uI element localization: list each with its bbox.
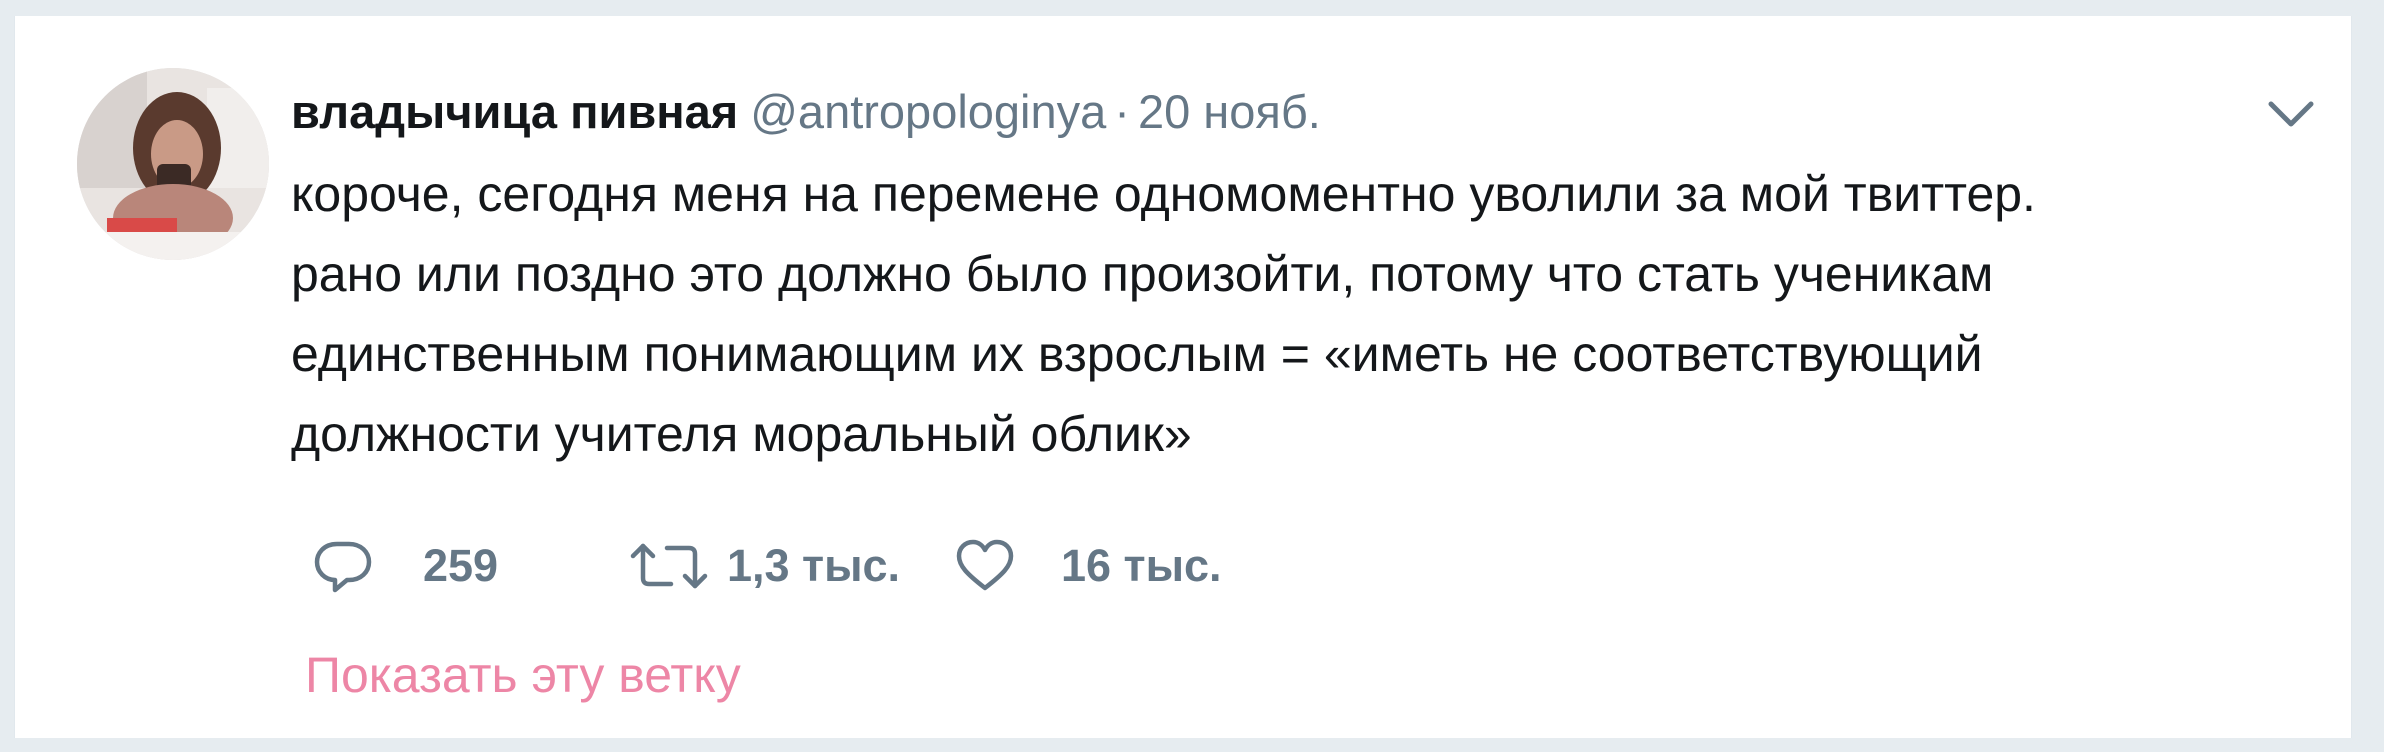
reply-count: 259 bbox=[423, 540, 499, 591]
retweet-icon bbox=[629, 534, 709, 598]
tweet-date[interactable]: 20 нояб. bbox=[1138, 85, 1321, 138]
tweet-text-line: должности учителя моральный облик» bbox=[291, 406, 1192, 462]
author-display-name[interactable]: владычица пивная bbox=[291, 85, 738, 138]
author-handle[interactable]: @antropologinya bbox=[750, 85, 1106, 138]
tweet-card[interactable]: владычица пивная @antropologinya · 20 нояб.… bbox=[14, 16, 2352, 738]
tweet-text-line: короче, сегодня меня на перемене одномом… bbox=[291, 166, 2036, 222]
like-count: 16 тыс. bbox=[1061, 540, 1222, 591]
reply-button[interactable]: 259 bbox=[311, 526, 498, 606]
tweet-text-line: рано или поздно это должно было произойт… bbox=[291, 246, 1994, 302]
reply-icon bbox=[311, 534, 375, 598]
retweet-count: 1,3 тыс. bbox=[727, 540, 901, 591]
avatar[interactable] bbox=[77, 68, 269, 260]
heart-icon bbox=[953, 534, 1017, 598]
like-button[interactable]: 16 тыс. bbox=[953, 526, 1222, 606]
retweet-button[interactable]: 1,3 тыс. bbox=[629, 526, 900, 606]
header-separator: · bbox=[1114, 85, 1130, 138]
tweet-text: короче, сегодня меня на перемене одномом… bbox=[291, 154, 2331, 474]
chevron-down-icon[interactable] bbox=[2261, 94, 2321, 134]
tweet-header: владычица пивная @antropologinya · 20 нояб. bbox=[291, 72, 1321, 152]
tweet-text-line: единственным понимающим их взрослым = «и… bbox=[291, 326, 1983, 382]
avatar-photo bbox=[77, 68, 269, 260]
show-thread-link[interactable]: Показать эту ветку bbox=[305, 646, 741, 704]
